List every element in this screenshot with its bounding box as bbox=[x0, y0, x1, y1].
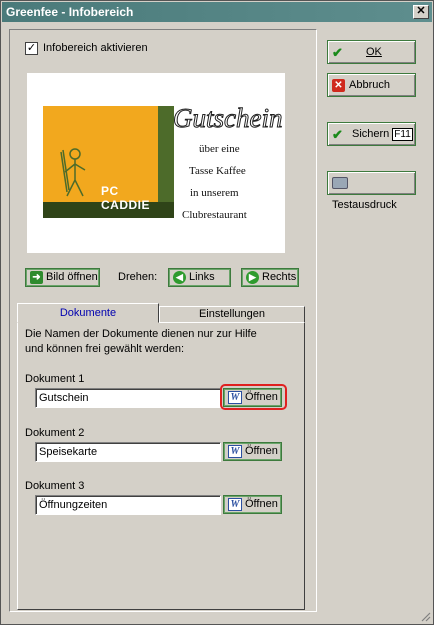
document-3-field[interactable]: Öffnungzeiten bbox=[35, 495, 221, 515]
rotate-left-label: Links bbox=[189, 271, 215, 283]
dialog-window: Greenfee - Infobereich ✕ ✓ Infobereich a… bbox=[0, 0, 434, 625]
arrow-right-icon: ▶ bbox=[246, 270, 259, 284]
window-title: Greenfee - Infobereich bbox=[6, 5, 134, 19]
rotate-left-button[interactable]: ◀ Links bbox=[168, 268, 231, 287]
pc-caddie-logo: PC CADDIE bbox=[43, 106, 174, 218]
cancel-button[interactable]: ✕ Abbruch bbox=[327, 73, 416, 97]
voucher-line: in unserem bbox=[190, 187, 239, 199]
rotate-right-button[interactable]: ▶ Rechts bbox=[241, 268, 299, 287]
ok-button[interactable]: ✔ OK bbox=[327, 40, 416, 64]
word-icon: W bbox=[228, 444, 242, 458]
documents-tab-panel bbox=[17, 322, 305, 610]
save-label: Sichern bbox=[352, 128, 390, 140]
voucher-title: Gutschein bbox=[172, 103, 283, 134]
save-button[interactable]: ✔ Sichern F11 bbox=[327, 122, 416, 146]
check-icon: ✔ bbox=[332, 44, 343, 60]
activate-label: Infobereich aktivieren bbox=[43, 42, 148, 54]
open-image-label: Bild öffnen bbox=[46, 271, 98, 283]
voucher-line: über eine bbox=[199, 143, 240, 155]
document-1-field[interactable]: Gutschein bbox=[35, 388, 221, 408]
voucher-line: Tasse Kaffee bbox=[189, 165, 246, 177]
document-3-open-label: Öffnen bbox=[245, 498, 278, 510]
resize-grip-icon[interactable] bbox=[419, 610, 431, 622]
logo-text: PC CADDIE bbox=[101, 184, 151, 212]
documents-hint-2: und können frei gewählt werden: bbox=[25, 343, 184, 355]
ok-label: OK bbox=[366, 46, 382, 58]
activate-checkbox[interactable]: ✓ bbox=[25, 42, 38, 55]
test-print-label: Testausdruck bbox=[332, 199, 397, 211]
title-bar: Greenfee - Infobereich ✕ bbox=[2, 2, 432, 22]
voucher-line: Clubrestaurant bbox=[182, 209, 247, 221]
document-2-label: Dokument 2 bbox=[25, 427, 85, 439]
close-icon: ✕ bbox=[332, 78, 345, 92]
document-2-field[interactable]: Speisekarte bbox=[35, 442, 221, 462]
test-print-button[interactable]: Testausdruck bbox=[327, 171, 416, 211]
document-3-open-button[interactable]: W Öffnen bbox=[223, 495, 282, 514]
word-icon: W bbox=[228, 497, 242, 511]
rotate-right-label: Rechts bbox=[262, 271, 297, 283]
printer-icon bbox=[332, 177, 348, 190]
caddie-figure-icon bbox=[60, 148, 86, 197]
check-icon: ✔ bbox=[332, 126, 343, 142]
close-button[interactable]: ✕ bbox=[413, 5, 429, 19]
tab-join bbox=[18, 322, 158, 324]
document-3-label: Dokument 3 bbox=[25, 480, 85, 492]
highlight-frame bbox=[220, 384, 287, 410]
image-preview: PC CADDIE Gutschein über eine Tasse Kaff… bbox=[27, 73, 285, 253]
documents-hint-1: Die Namen der Dokumente dienen nur zur H… bbox=[25, 328, 257, 340]
tab-documents[interactable]: Dokumente bbox=[17, 303, 159, 323]
tab-settings[interactable]: Einstellungen bbox=[159, 306, 305, 323]
open-image-button[interactable]: ➜ Bild öffnen bbox=[25, 268, 100, 287]
save-shortcut-badge: F11 bbox=[392, 128, 413, 141]
arrow-left-icon: ◀ bbox=[173, 270, 186, 284]
document-2-open-label: Öffnen bbox=[245, 445, 278, 457]
rotate-label: Drehen: bbox=[118, 271, 158, 283]
document-2-open-button[interactable]: W Öffnen bbox=[223, 442, 282, 461]
cancel-label: Abbruch bbox=[349, 79, 390, 91]
document-1-label: Dokument 1 bbox=[25, 373, 85, 385]
open-image-icon: ➜ bbox=[30, 270, 43, 284]
